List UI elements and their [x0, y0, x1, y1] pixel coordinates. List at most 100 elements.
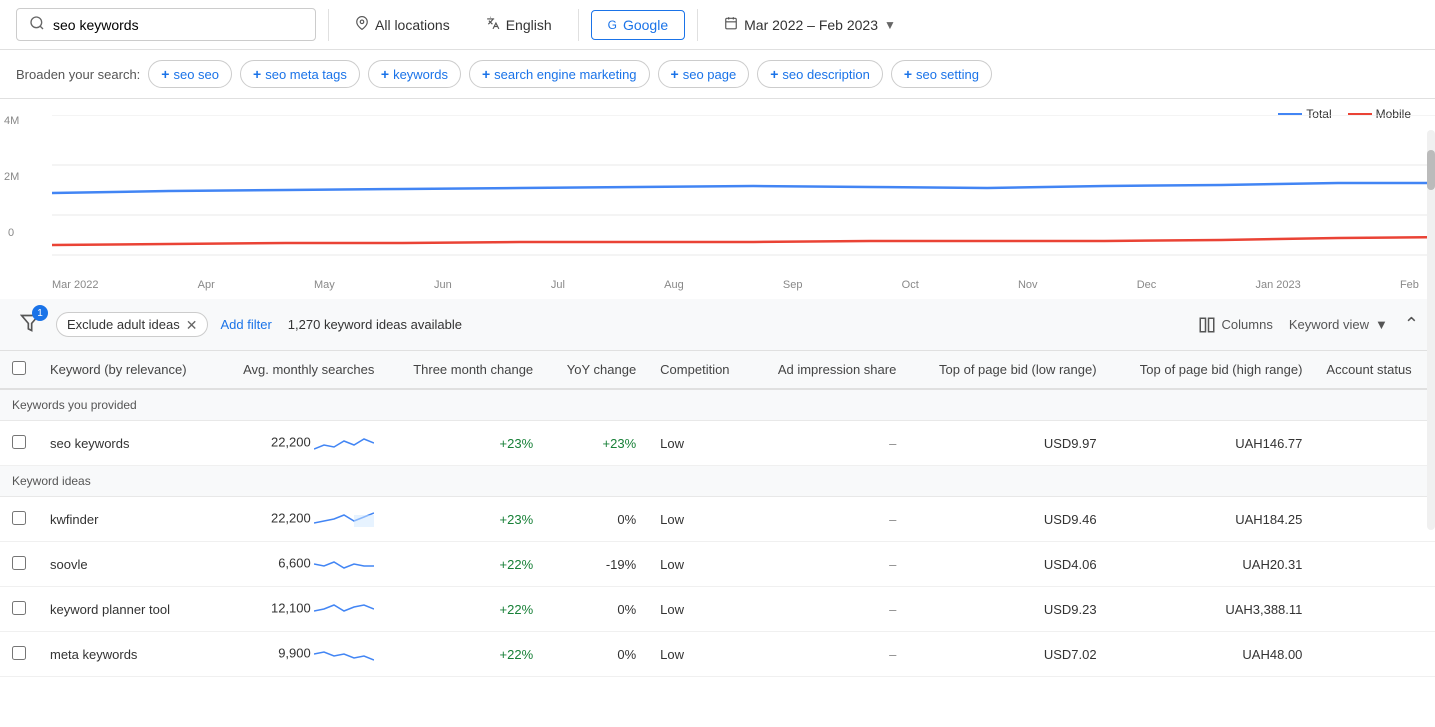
google-label: Google [623, 17, 668, 33]
x-label-2: May [314, 279, 335, 291]
filter-icon-button[interactable]: 1 [16, 309, 44, 340]
section-ideas: Keyword ideas [0, 466, 1435, 497]
search-box[interactable] [16, 8, 316, 41]
select-all-checkbox[interactable] [12, 361, 26, 375]
exclude-chip-label: Exclude adult ideas [67, 317, 180, 332]
chart-svg-container [52, 115, 1435, 275]
three-month-cell: +22% [386, 542, 545, 587]
x-label-3: Jun [434, 279, 452, 291]
filter-badge: 1 [32, 305, 48, 321]
location-label: All locations [375, 17, 450, 33]
row-checkbox-cell[interactable] [0, 542, 38, 587]
plus-icon: + [253, 66, 261, 82]
keyword-view-label: Keyword view [1289, 317, 1369, 332]
row-checkbox[interactable] [12, 511, 26, 525]
y-label-0: 0 [8, 227, 14, 239]
language-button[interactable]: English [472, 10, 566, 39]
x-label-0: Mar 2022 [52, 279, 98, 291]
yoy-cell: +23% [545, 421, 648, 466]
broaden-chip-3[interactable]: + search engine marketing [469, 60, 650, 88]
top-low-cell: USD9.23 [908, 587, 1108, 632]
exclude-chip[interactable]: Exclude adult ideas ✕ [56, 312, 208, 337]
plus-icon: + [381, 66, 389, 82]
keyword-text: seo keywords [50, 436, 129, 451]
top-high-cell: UAH184.25 [1109, 497, 1315, 542]
keyword-cell: meta keywords [38, 632, 215, 677]
search-input[interactable] [53, 17, 303, 33]
avg-monthly-value: 22,200 [271, 510, 311, 525]
ad-impression-cell: – [751, 587, 908, 632]
col-account-status: Account status [1314, 351, 1435, 389]
broaden-search-bar: Broaden your search: + seo seo + seo met… [0, 50, 1435, 99]
date-range-button[interactable]: Mar 2022 – Feb 2023 ▼ [710, 10, 910, 39]
columns-button[interactable]: Columns [1198, 316, 1273, 334]
google-button[interactable]: G Google [591, 10, 686, 40]
competition-cell: Low [648, 497, 751, 542]
chart-svg [52, 115, 1435, 265]
row-checkbox-cell[interactable] [0, 421, 38, 466]
three-month-cell: +22% [386, 587, 545, 632]
separator2 [578, 9, 579, 41]
avg-monthly-cell: 9,900 [215, 632, 386, 677]
x-label-11: Feb [1400, 279, 1419, 291]
col-top-high: Top of page bid (high range) [1109, 351, 1315, 389]
columns-label: Columns [1222, 317, 1273, 332]
row-checkbox-cell[interactable] [0, 587, 38, 632]
keyword-view-button[interactable]: Keyword view ▼ [1289, 317, 1388, 332]
plus-icon: + [770, 66, 778, 82]
ad-impression-cell: – [751, 421, 908, 466]
row-checkbox-cell[interactable] [0, 632, 38, 677]
collapse-button[interactable]: ⌃ [1404, 314, 1419, 335]
chart-x-labels: Mar 2022 Apr May Jun Jul Aug Sep Oct Nov… [16, 275, 1419, 291]
keyword-cell: kwfinder [38, 497, 215, 542]
table-row: kwfinder 22,200 +23% 0% Low – USD9.46 UA… [0, 497, 1435, 542]
add-filter-button[interactable]: Add filter [220, 317, 271, 332]
yoy-cell: 0% [545, 632, 648, 677]
filter-right: Columns Keyword view ▼ ⌃ [1198, 314, 1419, 335]
broaden-chip-1[interactable]: + seo meta tags [240, 60, 360, 88]
top-high-cell: UAH146.77 [1109, 421, 1315, 466]
three-month-cell: +22% [386, 632, 545, 677]
top-bar: All locations English G Google Mar 2022 … [0, 0, 1435, 50]
scrollbar-thumb[interactable] [1427, 150, 1435, 190]
row-checkbox[interactable] [12, 646, 26, 660]
plus-icon: + [671, 66, 679, 82]
keyword-cell: seo keywords [38, 421, 215, 466]
keyword-cell: soovle [38, 542, 215, 587]
plus-icon: + [482, 66, 490, 82]
broaden-chip-6[interactable]: + seo setting [891, 60, 992, 88]
broaden-chip-2[interactable]: + keywords [368, 60, 461, 88]
top-low-cell: USD9.46 [908, 497, 1108, 542]
x-label-9: Dec [1137, 279, 1157, 291]
select-all-header[interactable] [0, 351, 38, 389]
section-label-ideas: Keyword ideas [0, 466, 1435, 497]
row-checkbox[interactable] [12, 601, 26, 615]
row-checkbox[interactable] [12, 435, 26, 449]
broaden-chip-label-3: search engine marketing [494, 67, 636, 82]
separator3 [697, 9, 698, 41]
broaden-chip-label-2: keywords [393, 67, 448, 82]
broaden-label: Broaden your search: [16, 67, 140, 82]
avg-monthly-cell: 22,200 [215, 497, 386, 542]
x-label-7: Oct [902, 279, 919, 291]
competition-cell: Low [648, 542, 751, 587]
location-button[interactable]: All locations [341, 10, 464, 39]
broaden-chip-5[interactable]: + seo description [757, 60, 883, 88]
right-scrollbar[interactable] [1427, 130, 1435, 530]
broaden-chip-0[interactable]: + seo seo [148, 60, 232, 88]
keyword-text: meta keywords [50, 647, 137, 662]
col-competition: Competition [648, 351, 751, 389]
avg-monthly-value: 9,900 [278, 645, 311, 660]
sparkline-4 [314, 642, 374, 666]
broaden-chip-4[interactable]: + seo page [658, 60, 750, 88]
columns-icon [1198, 316, 1216, 334]
separator [328, 9, 329, 41]
keyword-text: kwfinder [50, 512, 98, 527]
keywords-table: Keyword (by relevance) Avg. monthly sear… [0, 351, 1435, 677]
col-yoy: YoY change [545, 351, 648, 389]
close-icon[interactable]: ✕ [186, 318, 198, 332]
row-checkbox-cell[interactable] [0, 497, 38, 542]
x-label-10: Jan 2023 [1255, 279, 1300, 291]
row-checkbox[interactable] [12, 556, 26, 570]
table-container: Keyword (by relevance) Avg. monthly sear… [0, 351, 1435, 677]
